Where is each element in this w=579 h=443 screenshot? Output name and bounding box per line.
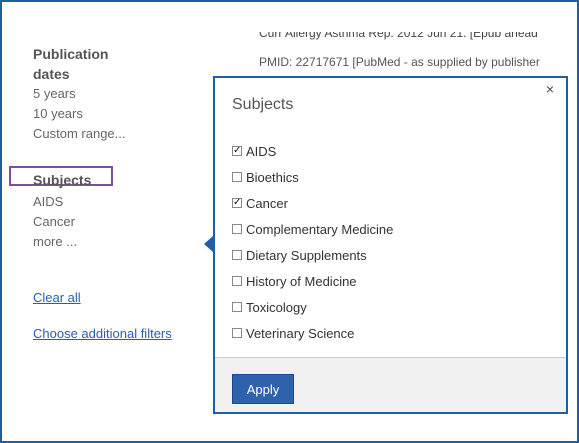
publication-dates-heading: Publication dates bbox=[33, 44, 203, 84]
subject-option-row[interactable]: Bioethics bbox=[232, 164, 393, 190]
subject-filter-list: AIDS Cancer more ... bbox=[33, 192, 77, 252]
subjects-popup: Subjects × ✓ AIDS Bioethics ✓ Cancer Compleme… bbox=[213, 76, 568, 414]
filter-sidebar: Publication dates 5 years 10 years Custo… bbox=[33, 44, 203, 144]
publication-heading-line1: Publication bbox=[33, 46, 109, 62]
subject-option-label: Bioethics bbox=[246, 169, 299, 185]
subject-option-label: Dietary Supplements bbox=[246, 247, 367, 263]
subject-option-label: Cancer bbox=[246, 195, 288, 211]
apply-button[interactable]: Apply bbox=[232, 374, 294, 404]
filter-custom-range[interactable]: Custom range... bbox=[33, 124, 203, 144]
filter-subject-cancer[interactable]: Cancer bbox=[33, 212, 77, 232]
popup-title: Subjects bbox=[232, 96, 294, 113]
subject-option-row[interactable]: History of Medicine bbox=[232, 268, 393, 294]
popup-footer: Apply bbox=[215, 358, 566, 412]
filter-subject-aids[interactable]: AIDS bbox=[33, 192, 77, 212]
subject-option-label: AIDS bbox=[246, 143, 277, 159]
subject-option-label: History of Medicine bbox=[246, 273, 357, 289]
checkbox[interactable]: ✓ bbox=[232, 198, 242, 208]
article-pmid-line: PMID: 22717671 [PubMed - as supplied by … bbox=[259, 55, 540, 69]
popup-pointer-arrow bbox=[204, 236, 213, 252]
subject-option-row[interactable]: ✓ Cancer bbox=[232, 190, 393, 216]
checkbox[interactable] bbox=[232, 224, 242, 234]
subject-option-row[interactable]: ✓ AIDS bbox=[232, 138, 393, 164]
choose-additional-filters-link[interactable]: Choose additional filters bbox=[33, 326, 172, 341]
subject-option-label: Veterinary Science bbox=[246, 325, 355, 341]
clear-all-link[interactable]: Clear all bbox=[33, 290, 81, 305]
close-icon[interactable]: × bbox=[546, 82, 554, 96]
subject-option-label: Toxicology bbox=[246, 299, 307, 315]
subject-option-row[interactable]: Complementary Medicine bbox=[232, 216, 393, 242]
filter-5-years[interactable]: 5 years bbox=[33, 84, 203, 104]
subject-option-row[interactable]: Veterinary Science bbox=[232, 320, 393, 346]
filter-10-years[interactable]: 10 years bbox=[33, 104, 203, 124]
checkbox[interactable]: ✓ bbox=[232, 146, 242, 156]
subject-options-list: ✓ AIDS Bioethics ✓ Cancer Complementary Medic… bbox=[232, 138, 393, 346]
checkbox[interactable] bbox=[232, 276, 242, 286]
subject-option-row[interactable]: Dietary Supplements bbox=[232, 242, 393, 268]
checkbox[interactable] bbox=[232, 302, 242, 312]
checkbox[interactable] bbox=[232, 172, 242, 182]
checkbox[interactable] bbox=[232, 328, 242, 338]
subject-option-label: Complementary Medicine bbox=[246, 221, 394, 237]
subject-option-row[interactable]: Toxicology bbox=[232, 294, 393, 320]
subjects-heading[interactable]: Subjects bbox=[33, 170, 91, 190]
checkbox[interactable] bbox=[232, 250, 242, 260]
filter-subject-more[interactable]: more ... bbox=[33, 232, 77, 252]
publication-heading-line2: dates bbox=[33, 66, 70, 82]
